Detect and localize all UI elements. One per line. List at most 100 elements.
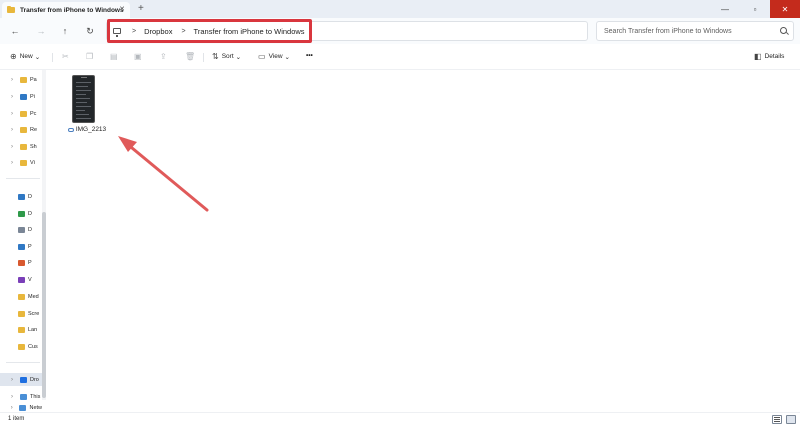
details-button[interactable]: ◧ Details [754, 52, 784, 61]
cloud-sync-icon [67, 127, 74, 132]
new-label: New [19, 53, 33, 60]
large-icons-view-button[interactable] [786, 415, 796, 424]
sidebar-item-desktop[interactable]: D [0, 190, 42, 203]
up-button[interactable]: ↑ [58, 24, 72, 38]
chevron-right-icon[interactable]: › [8, 144, 16, 150]
minimize-button[interactable]: — [710, 0, 740, 18]
tab-transfer-from-iphone[interactable]: Transfer from iPhone to Windows ✕ [2, 2, 130, 18]
refresh-button[interactable]: ↻ [83, 24, 97, 38]
file-list[interactable] [48, 70, 800, 412]
sort-icon: ⇅ [212, 52, 219, 61]
navigation-scrollbar-thumb[interactable] [42, 212, 46, 398]
toolbar-divider [52, 53, 53, 62]
chevron-right-icon[interactable]: › [8, 111, 16, 117]
more-options-button[interactable]: ••• [306, 52, 313, 59]
back-button[interactable]: ← [8, 24, 22, 38]
sidebar-item[interactable]: › Sh [0, 140, 42, 153]
sidebar-item-pictures[interactable]: P [0, 240, 42, 253]
sidebar-item[interactable]: › Vi [0, 156, 42, 169]
image-thumbnail [72, 75, 95, 123]
sidebar-divider [6, 362, 40, 363]
sidebar-item-documents[interactable]: D [0, 223, 42, 236]
chevron-right-icon[interactable]: › [8, 377, 16, 383]
sort-label: Sort [221, 53, 234, 60]
folder-icon [20, 126, 27, 133]
this-pc-icon [20, 393, 27, 400]
forward-button[interactable]: → [34, 24, 48, 38]
search-input[interactable]: Search Transfer from iPhone to Windows [596, 21, 794, 41]
sidebar-item-videos[interactable]: V [0, 273, 42, 286]
chevron-right-icon[interactable]: › [8, 394, 16, 400]
tab-title: Transfer from iPhone to Windows [20, 6, 124, 14]
share-icon: ⇪ [160, 52, 167, 61]
new-tab-button[interactable]: + [138, 3, 144, 14]
sidebar-item-downloads[interactable]: D [0, 207, 42, 220]
sidebar-item-folder[interactable]: Med [0, 290, 42, 303]
paste-icon: ▤ [110, 52, 118, 61]
view-button[interactable]: ▭ View ⌄ [258, 52, 290, 61]
cut-button[interactable]: ✂ [62, 52, 72, 61]
file-item-img-2213[interactable]: IMG_2213 [62, 75, 106, 135]
network-icon [19, 405, 27, 411]
paste-button[interactable]: ▤ [110, 52, 121, 61]
folder-icon [20, 76, 27, 83]
rename-button[interactable]: ▣ [134, 52, 145, 61]
chevron-right-icon[interactable]: › [8, 77, 16, 83]
share-button[interactable]: ⇪ [160, 52, 170, 61]
folder-icon [18, 293, 25, 300]
sidebar-item-folder[interactable]: Lan [0, 323, 42, 336]
sort-button[interactable]: ⇅ Sort ⌄ [212, 52, 241, 61]
sidebar-item-folder[interactable]: Scre [0, 307, 42, 320]
chevron-right-icon[interactable]: › [8, 127, 16, 133]
address-highlight-box [107, 19, 312, 43]
documents-icon [18, 226, 25, 233]
delete-button[interactable]: 🗑 [185, 52, 198, 61]
trash-icon: 🗑 [185, 52, 196, 61]
dropbox-icon [20, 376, 27, 383]
folder-icon [20, 143, 27, 150]
sidebar-item[interactable]: › Pa [0, 73, 42, 86]
search-placeholder: Search Transfer from iPhone to Windows [604, 27, 732, 35]
sidebar-item[interactable]: › Pc [0, 107, 42, 120]
sidebar-item-this-pc[interactable]: › This [0, 390, 42, 403]
sidebar-item-music[interactable]: P [0, 256, 42, 269]
folder-icon [20, 159, 27, 166]
maximize-button[interactable]: ▫ [740, 0, 770, 18]
new-button[interactable]: ⊕ New ⌄ [10, 52, 40, 61]
folder-icon [18, 343, 25, 350]
details-label: Details [764, 53, 785, 60]
music-icon [18, 259, 25, 266]
sidebar-divider [6, 178, 40, 179]
pictures-icon [20, 93, 27, 100]
sidebar-item[interactable]: › Re [0, 123, 42, 136]
details-pane-icon: ◧ [754, 52, 762, 61]
view-label: View [268, 53, 283, 60]
copy-icon: ❐ [86, 52, 94, 61]
status-bar: 1 item [0, 412, 800, 425]
cut-icon: ✂ [62, 52, 69, 61]
details-view-button[interactable] [772, 415, 782, 424]
chevron-right-icon[interactable]: › [8, 94, 16, 100]
chevron-right-icon[interactable]: › [8, 160, 16, 166]
copy-button[interactable]: ❐ [86, 52, 96, 61]
tab-close-icon[interactable]: ✕ [119, 5, 125, 13]
chevron-down-icon: ⌄ [284, 53, 290, 61]
chevron-down-icon: ⌄ [235, 53, 242, 61]
view-icon: ▭ [258, 52, 266, 61]
command-bar: ⊕ New ⌄ ✂ ❐ ▤ ▣ ⇪ 🗑 ⇅ Sort ⌄ ▭ View ⌄ ••… [0, 44, 800, 70]
toolbar-divider [203, 53, 204, 62]
chevron-down-icon: ⌄ [34, 53, 41, 61]
sidebar-item-folder[interactable]: Cus [0, 340, 42, 353]
rename-icon: ▣ [134, 52, 142, 61]
folder-icon [20, 110, 27, 117]
close-window-button[interactable]: ✕ [770, 0, 800, 18]
sidebar-item-network[interactable]: › Netw [0, 404, 42, 412]
sidebar-item-dropbox[interactable]: › Dro [0, 373, 42, 386]
file-name: IMG_2213 [62, 126, 112, 133]
folder-icon [18, 326, 25, 333]
search-icon[interactable] [780, 27, 787, 34]
videos-icon [18, 276, 25, 283]
chevron-right-icon[interactable]: › [8, 405, 15, 411]
sidebar-item[interactable]: › Pi [0, 90, 42, 103]
folder-icon [18, 310, 25, 317]
